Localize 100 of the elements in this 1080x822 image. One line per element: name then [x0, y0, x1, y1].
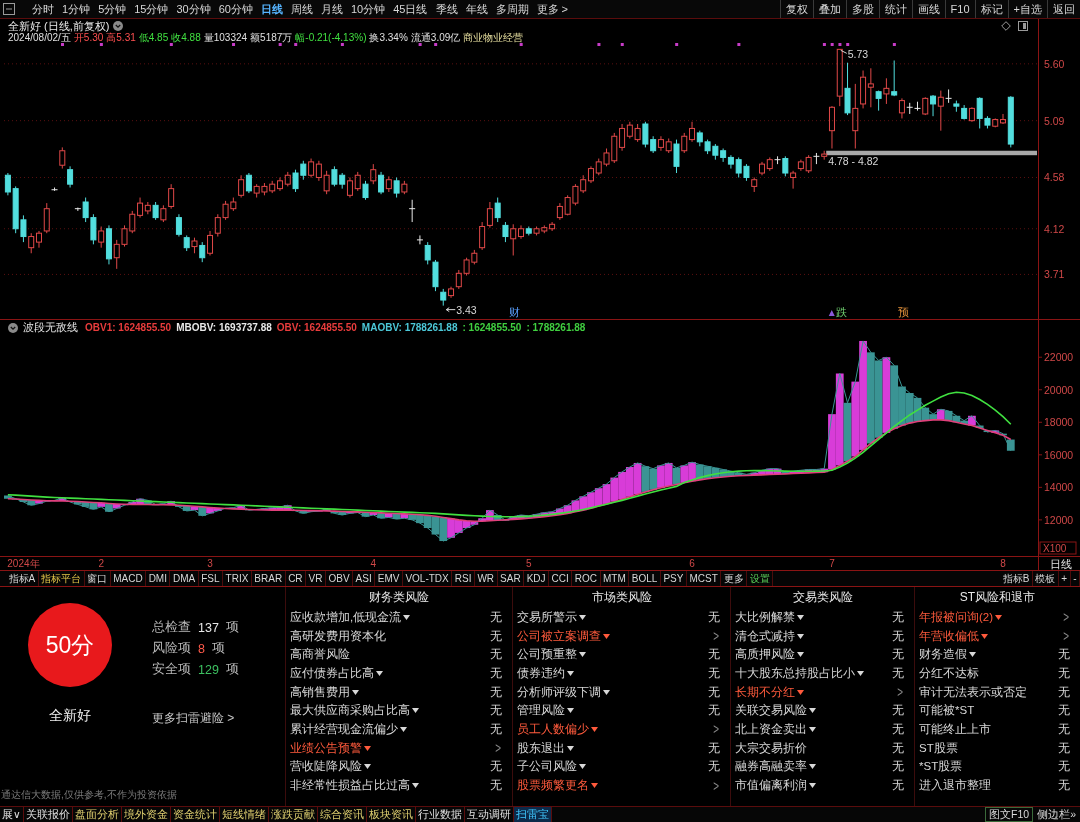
risk-status: 无 — [892, 665, 904, 681]
axis-label: 16000 — [1044, 448, 1074, 461]
stat-value: 137 — [198, 620, 219, 635]
date-axis-label: 8 — [1000, 558, 1006, 569]
risk-status: 无 — [490, 609, 502, 625]
stat-value: 8 — [198, 641, 205, 656]
stat-label: 安全项 — [152, 661, 191, 678]
stock-title: 全新好 (日线,前复权) — [8, 20, 110, 32]
disclaimer-text: 通达信大数据,仅供参考,不作为投资依据 — [0, 788, 178, 802]
risk-status: 无 — [892, 778, 904, 794]
quote-field: 换3.34% — [369, 32, 408, 43]
legend-value: : 1624855.50 — [462, 322, 522, 333]
risk-status: 无 — [892, 703, 904, 719]
stock-name: 全新好 — [49, 707, 91, 725]
risk-status: 无 — [892, 759, 904, 775]
legend-value: MAOBV: 1788261.88 — [361, 322, 458, 333]
risk-status: 无 — [490, 721, 502, 737]
risk-status: > — [1063, 609, 1069, 626]
axis-label: 5.09 — [1044, 114, 1065, 127]
risk-category-title: 市场类风险 — [590, 589, 653, 606]
legend-value: : 1788261.88 — [526, 322, 586, 333]
quote-field: 低4.85 — [138, 32, 169, 43]
stat-unit: 项 — [211, 640, 225, 657]
date-axis-label: 6 — [689, 558, 695, 569]
stat-unit: 项 — [225, 661, 239, 678]
quote-field: 幅-0.21(-4.13%) — [295, 32, 367, 43]
date-axis-label: 3 — [207, 558, 213, 569]
axis-label: 22000 — [1044, 351, 1074, 364]
risk-status: 无 — [892, 628, 904, 644]
risk-category-title: 交易类风险 — [791, 589, 854, 606]
risk-status: 无 — [1058, 759, 1070, 775]
quote-field: 量103324 — [203, 32, 248, 43]
quote-field: 高5.31 — [106, 32, 136, 43]
quote-field: 收4.88 — [171, 32, 201, 43]
stat-label: 总检查 — [152, 619, 191, 636]
risk-status: 无 — [1058, 684, 1070, 700]
date-axis-label: 7 — [829, 558, 835, 569]
date-axis-label: 5 — [526, 558, 532, 569]
axis-label: 14000 — [1044, 481, 1074, 494]
risk-status: 无 — [1058, 647, 1070, 663]
legend-value: OBV: 1624855.50 — [276, 322, 357, 333]
quote-field: 2024/08/02/五 — [8, 32, 71, 43]
quote-field: 开5.30 — [73, 32, 104, 43]
risk-status: 无 — [490, 778, 502, 794]
risk-status: > — [713, 628, 719, 645]
axis-label: 4.58 — [1044, 171, 1065, 184]
risk-status: 无 — [708, 665, 720, 681]
risk-status: 无 — [892, 721, 904, 737]
quote-field: 商业物业经营 — [463, 32, 524, 43]
risk-status: > — [713, 777, 719, 794]
stat-value: 129 — [198, 662, 219, 677]
axis-label: 4.12 — [1044, 222, 1065, 235]
risk-status: 无 — [1058, 703, 1070, 719]
date-axis-label: 2 — [98, 558, 104, 569]
annotation: 3.43 — [456, 303, 477, 316]
period-label: 日线 — [1050, 558, 1072, 570]
risk-status: > — [1063, 628, 1069, 645]
risk-status: 无 — [1058, 740, 1070, 756]
risk-status: 无 — [490, 665, 502, 681]
risk-status: 无 — [708, 759, 720, 775]
quote-field: 流通3.09亿 — [410, 32, 461, 43]
legend-value: OBV1: 1624855.50 — [85, 322, 172, 333]
quote-field: 额5187万 — [250, 32, 293, 43]
risk-status: 无 — [1058, 778, 1070, 794]
date-axis-label: 2024年 — [7, 558, 40, 569]
risk-status: 无 — [490, 759, 502, 775]
risk-status: 无 — [490, 628, 502, 644]
risk-status: 无 — [892, 609, 904, 625]
risk-category-title: 财务类风险 — [368, 589, 430, 606]
legend-value: MBOBV: 1693737.88 — [176, 322, 272, 333]
risk-status: 无 — [892, 647, 904, 663]
axis-label: 5.60 — [1044, 57, 1065, 70]
risk-status: 无 — [1058, 721, 1070, 737]
axis-label: 18000 — [1044, 416, 1074, 429]
risk-status: 无 — [1058, 665, 1070, 681]
axis-label: 3.71 — [1044, 268, 1065, 281]
high-price-annotation: 5.73 — [840, 48, 869, 61]
stat-label: 风险项 — [152, 640, 191, 657]
risk-status: 无 — [708, 647, 720, 663]
risk-status: 无 — [892, 740, 904, 756]
risk-status: 无 — [708, 740, 720, 756]
annotation: 5.73 — [847, 48, 869, 61]
unit-label: X100 — [1039, 541, 1077, 555]
axis-label: 12000 — [1044, 513, 1074, 526]
axis-label: 20000 — [1044, 383, 1074, 396]
band-label: 4.78 - 4.82 — [828, 155, 879, 168]
risk-status: > — [897, 684, 903, 701]
risk-status: 无 — [490, 684, 502, 700]
risk-status: 无 — [708, 703, 720, 719]
risk-status: 无 — [490, 703, 502, 719]
risk-status: > — [713, 721, 719, 738]
risk-status: 无 — [708, 684, 720, 700]
risk-status: 无 — [708, 609, 720, 625]
stat-unit: 项 — [225, 619, 239, 636]
risk-category-title: ST风险和退市 — [958, 589, 1037, 606]
indicator-name: 波段无敌线 — [23, 320, 78, 335]
score-badge: 50分 — [28, 603, 112, 687]
low-price-annotation: 3.43 — [445, 303, 477, 316]
risk-status: > — [495, 740, 501, 757]
date-axis-label: 4 — [370, 558, 377, 569]
